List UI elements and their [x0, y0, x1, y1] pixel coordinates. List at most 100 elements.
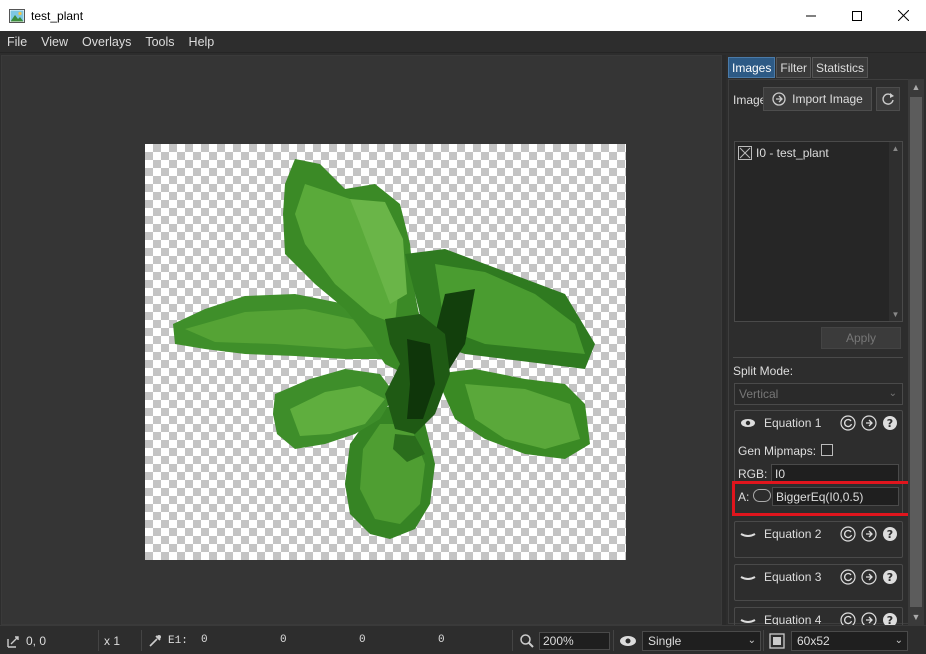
- maximize-button[interactable]: [834, 0, 880, 31]
- list-item[interactable]: I0 - test_plant: [738, 146, 829, 160]
- tab-statistics[interactable]: Statistics: [812, 57, 869, 78]
- minimize-button[interactable]: [788, 0, 834, 31]
- eye-closed-icon[interactable]: [739, 568, 757, 586]
- scrollbar-thumb[interactable]: [910, 97, 922, 607]
- eye-icon: [620, 635, 636, 646]
- split-mode-value: Vertical: [739, 387, 779, 401]
- refresh-icon: [882, 93, 894, 105]
- zoom-factor: x 1: [104, 626, 120, 654]
- image-list[interactable]: I0 - test_plant ▲ ▼: [734, 141, 903, 322]
- equation-3-title: Equation 3: [764, 570, 822, 584]
- pixel-value-r: 0: [201, 634, 208, 646]
- cursor-position: 0, 0: [6, 626, 46, 654]
- equation-2-title: Equation 2: [764, 527, 822, 541]
- zoom-factor-value: x 1: [104, 633, 121, 648]
- import-icon[interactable]: [860, 568, 878, 586]
- image-item-icon: [738, 146, 752, 160]
- divider: [98, 630, 99, 651]
- help-icon[interactable]: ?: [881, 414, 899, 432]
- svg-text:?: ?: [887, 571, 893, 584]
- gen-mipmaps-label: Gen Mipmaps:: [738, 444, 817, 458]
- display-mode-select[interactable]: Single ⌄: [642, 630, 761, 651]
- equation-2-box: Equation 2 ?: [734, 521, 903, 558]
- import-image-button[interactable]: Import Image: [763, 87, 872, 111]
- reload-icon[interactable]: [839, 414, 857, 432]
- menu-tools[interactable]: Tools: [138, 35, 181, 49]
- import-icon: [772, 92, 786, 106]
- equation-3-box: Equation 3 ?: [734, 564, 903, 601]
- import-image-label: Import Image: [792, 92, 863, 106]
- import-icon[interactable]: [860, 414, 878, 432]
- cursor-coords: 0, 0: [26, 633, 47, 648]
- equation-2-header: Equation 2 ?: [735, 522, 902, 546]
- import-icon[interactable]: [860, 525, 878, 543]
- split-mode-select[interactable]: Vertical ⌄: [734, 383, 903, 405]
- image-item-label: I0 - test_plant: [756, 146, 829, 160]
- image-size-select[interactable]: 60x52 ⌄: [791, 630, 908, 651]
- pixel-value-a: 0: [438, 634, 445, 646]
- eye-closed-icon[interactable]: [739, 525, 757, 543]
- minimize-icon: [806, 15, 816, 16]
- equation-label: E1:: [168, 634, 188, 647]
- zoom-control: 200%: [519, 626, 610, 654]
- help-icon[interactable]: ?: [881, 525, 899, 543]
- image-size-value: 60x52: [797, 633, 830, 648]
- app-window: test_plant File View Overlays Tools Help: [0, 0, 926, 654]
- divider: [763, 630, 764, 651]
- rgb-label: RGB:: [738, 467, 768, 481]
- app-icon: [9, 8, 25, 23]
- divider: [733, 357, 903, 358]
- divider: [141, 630, 142, 651]
- side-panel: Images Filter Statistics Image Import Im…: [726, 55, 926, 644]
- alpha-field-highlight: [732, 481, 911, 516]
- reload-icon[interactable]: [839, 568, 857, 586]
- image-list-scrollbar[interactable]: ▲ ▼: [889, 142, 902, 321]
- equation-3-header: Equation 3 ?: [735, 565, 902, 589]
- reload-icon[interactable]: [839, 525, 857, 543]
- pixel-value-readout: E1:: [147, 626, 188, 654]
- eye-icon[interactable]: [739, 414, 757, 432]
- status-bar: 0, 0 x 1 E1: 0 0 0 0 200% Single ⌄ 60x52…: [0, 625, 926, 654]
- chevron-down-icon: ⌄: [894, 634, 903, 646]
- chevron-down-icon: ⌄: [888, 388, 897, 399]
- eyedropper-icon: [149, 634, 161, 647]
- zoom-input[interactable]: 200%: [539, 631, 610, 650]
- panel-tabs: Images Filter Statistics: [728, 57, 869, 78]
- equation-1-title: Equation 1: [764, 416, 822, 430]
- title-bar: test_plant: [0, 0, 926, 31]
- scroll-down-icon[interactable]: ▼: [908, 609, 924, 625]
- menu-help[interactable]: Help: [182, 35, 222, 49]
- images-tab-body: Image Import Image I0 - test_plant ▲ ▼ A…: [728, 79, 911, 644]
- cursor-position-icon: [7, 635, 19, 648]
- pixel-value-g: 0: [280, 634, 287, 646]
- gen-mipmaps-checkbox[interactable]: [821, 444, 833, 456]
- display-mode-value: Single: [648, 633, 682, 648]
- divider: [512, 630, 513, 651]
- close-button[interactable]: [880, 0, 926, 31]
- menu-bar: File View Overlays Tools Help: [0, 31, 926, 53]
- window-title: test_plant: [31, 8, 84, 23]
- equation-1-header: Equation 1 ?: [735, 411, 902, 435]
- zoom-icon: [520, 633, 534, 648]
- refresh-images-button[interactable]: [876, 87, 900, 111]
- pixel-value-b: 0: [359, 634, 366, 646]
- tab-filter[interactable]: Filter: [776, 57, 812, 78]
- plant-image: [173, 159, 595, 539]
- image-viewport[interactable]: [1, 55, 722, 625]
- help-icon[interactable]: ?: [881, 568, 899, 586]
- image-canvas: [145, 144, 626, 560]
- menu-file[interactable]: File: [0, 35, 34, 49]
- split-mode-label: Split Mode:: [733, 364, 794, 378]
- tab-images[interactable]: Images: [728, 57, 776, 78]
- maximize-icon: [852, 10, 862, 21]
- menu-view[interactable]: View: [34, 35, 75, 49]
- display-mode-control: Single ⌄: [619, 626, 761, 654]
- chevron-down-icon: ⌄: [747, 634, 756, 646]
- scroll-up-icon: ▲: [891, 144, 900, 153]
- svg-text:?: ?: [887, 417, 893, 430]
- image-size-icon: [769, 632, 785, 649]
- panel-scrollbar[interactable]: ▲ ▼: [908, 79, 924, 625]
- apply-button[interactable]: Apply: [821, 327, 901, 349]
- menu-overlays[interactable]: Overlays: [75, 35, 138, 49]
- scroll-up-icon[interactable]: ▲: [908, 79, 924, 95]
